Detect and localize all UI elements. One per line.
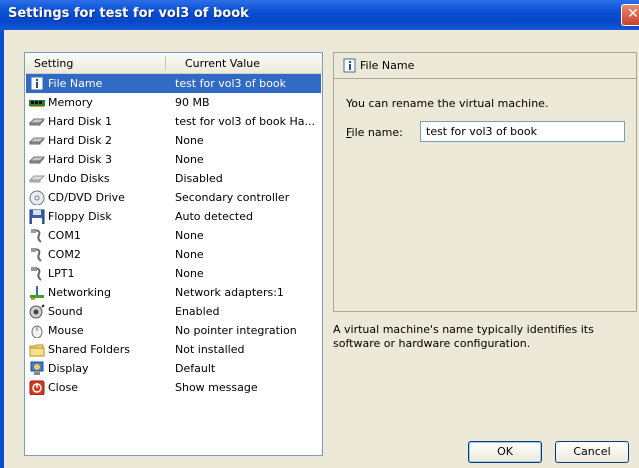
settings-dialog: Settings for test for vol3 of book ✕ Set… [0,0,639,468]
setting-value: Show message [175,381,258,394]
setting-value: Secondary controller [175,191,290,204]
settings-row[interactable]: Hard Disk 1 test for vol3 of book Ha... [26,112,321,131]
setting-value: No pointer integration [175,324,297,337]
lpt-port-icon [31,267,42,281]
close-window-button[interactable]: ✕ [621,4,639,26]
window-title: Settings for test for vol3 of book [8,6,249,21]
hard-disk-icon [29,118,45,126]
setting-name: Mouse [48,324,84,337]
setting-name: Sound [48,305,83,318]
settings-row[interactable]: Sound Enabled [26,302,321,321]
setting-name: Hard Disk 1 [48,115,112,128]
floppy-icon [29,209,45,224]
setting-name: Undo Disks [48,172,110,185]
hard-disk-icon [29,137,45,145]
setting-value: None [175,229,204,242]
file-name-label: File name: [346,126,403,139]
setting-value: None [175,153,204,166]
file-name-input[interactable] [420,121,625,142]
setting-value: Enabled [175,305,220,318]
setting-value: test for vol3 of book [175,77,286,90]
panel-header: File Name [334,53,636,79]
description-text: A virtual machine's name typically ident… [333,323,594,350]
settings-row[interactable]: LPT1 None [26,264,321,283]
window-frame-left [0,30,4,468]
setting-value: Auto detected [175,210,253,223]
panel-title: File Name [360,59,415,72]
settings-row[interactable]: Undo Disks Disabled [26,169,321,188]
setting-name: File Name [48,77,103,90]
close-power-icon [29,380,45,395]
list-header: Setting Current Value [25,53,322,74]
folder-icon [29,344,45,357]
setting-name: Hard Disk 2 [48,134,112,147]
setting-value: Network adapters:1 [175,286,284,299]
com-port-icon [31,229,42,243]
detail-panel: File Name You can rename the virtual mac… [333,52,637,312]
setting-name: COM2 [48,248,81,261]
hard-disk-icon [29,156,45,164]
setting-name: Networking [48,286,111,299]
rename-hint: You can rename the virtual machine. [346,97,549,110]
label-text: ile name: [351,126,403,139]
memory-icon [29,100,45,107]
mouse-icon [31,325,43,338]
ok-button[interactable]: OK [468,441,542,463]
setting-name: Display [48,362,89,375]
setting-value: None [175,267,204,280]
setting-value: Default [175,362,216,375]
setting-value: None [175,134,204,147]
settings-row[interactable]: Memory 90 MB [26,93,321,112]
file-info-icon [30,76,44,91]
setting-name: Shared Folders [48,343,130,356]
settings-row[interactable]: Display Default [26,359,321,378]
networking-icon [30,286,44,300]
settings-row[interactable]: CD/DVD Drive Secondary controller [26,188,321,207]
column-divider[interactable] [165,56,166,70]
settings-row[interactable]: Hard Disk 2 None [26,131,321,150]
com-port-icon [31,248,42,262]
setting-value: Disabled [175,172,223,185]
setting-value: test for vol3 of book Ha... [175,115,315,128]
sound-icon [29,304,45,319]
setting-value: None [175,248,204,261]
setting-name: CD/DVD Drive [48,191,125,204]
settings-row[interactable]: Close Show message [26,378,321,397]
settings-row[interactable]: Mouse No pointer integration [26,321,321,340]
settings-row[interactable]: File Name test for vol3 of book [26,74,321,93]
setting-value: 90 MB [175,96,210,109]
settings-row[interactable]: COM2 None [26,245,321,264]
display-icon [30,361,44,375]
cancel-button[interactable]: Cancel [555,441,629,463]
setting-value: Not installed [175,343,245,356]
setting-name: COM1 [48,229,81,242]
undo-disks-icon [29,175,45,183]
settings-row[interactable]: Shared Folders Not installed [26,340,321,359]
setting-name: Floppy Disk [48,210,112,223]
column-header-setting[interactable]: Setting [34,57,73,70]
settings-row[interactable]: Hard Disk 3 None [26,150,321,169]
setting-name: Memory [48,96,93,109]
title-bar[interactable]: Settings for test for vol3 of book ✕ [0,0,639,30]
column-header-current-value[interactable]: Current Value [185,57,260,70]
setting-name: Close [48,381,78,394]
file-info-icon [343,58,356,73]
settings-row[interactable]: COM1 None [26,226,321,245]
cd-dvd-icon [29,190,45,205]
settings-row[interactable]: Floppy Disk Auto detected [26,207,321,226]
settings-row[interactable]: Networking Network adapters:1 [26,283,321,302]
setting-name: LPT1 [48,267,75,280]
settings-list[interactable]: Setting Current Value File Name test for … [24,52,323,456]
setting-name: Hard Disk 3 [48,153,112,166]
